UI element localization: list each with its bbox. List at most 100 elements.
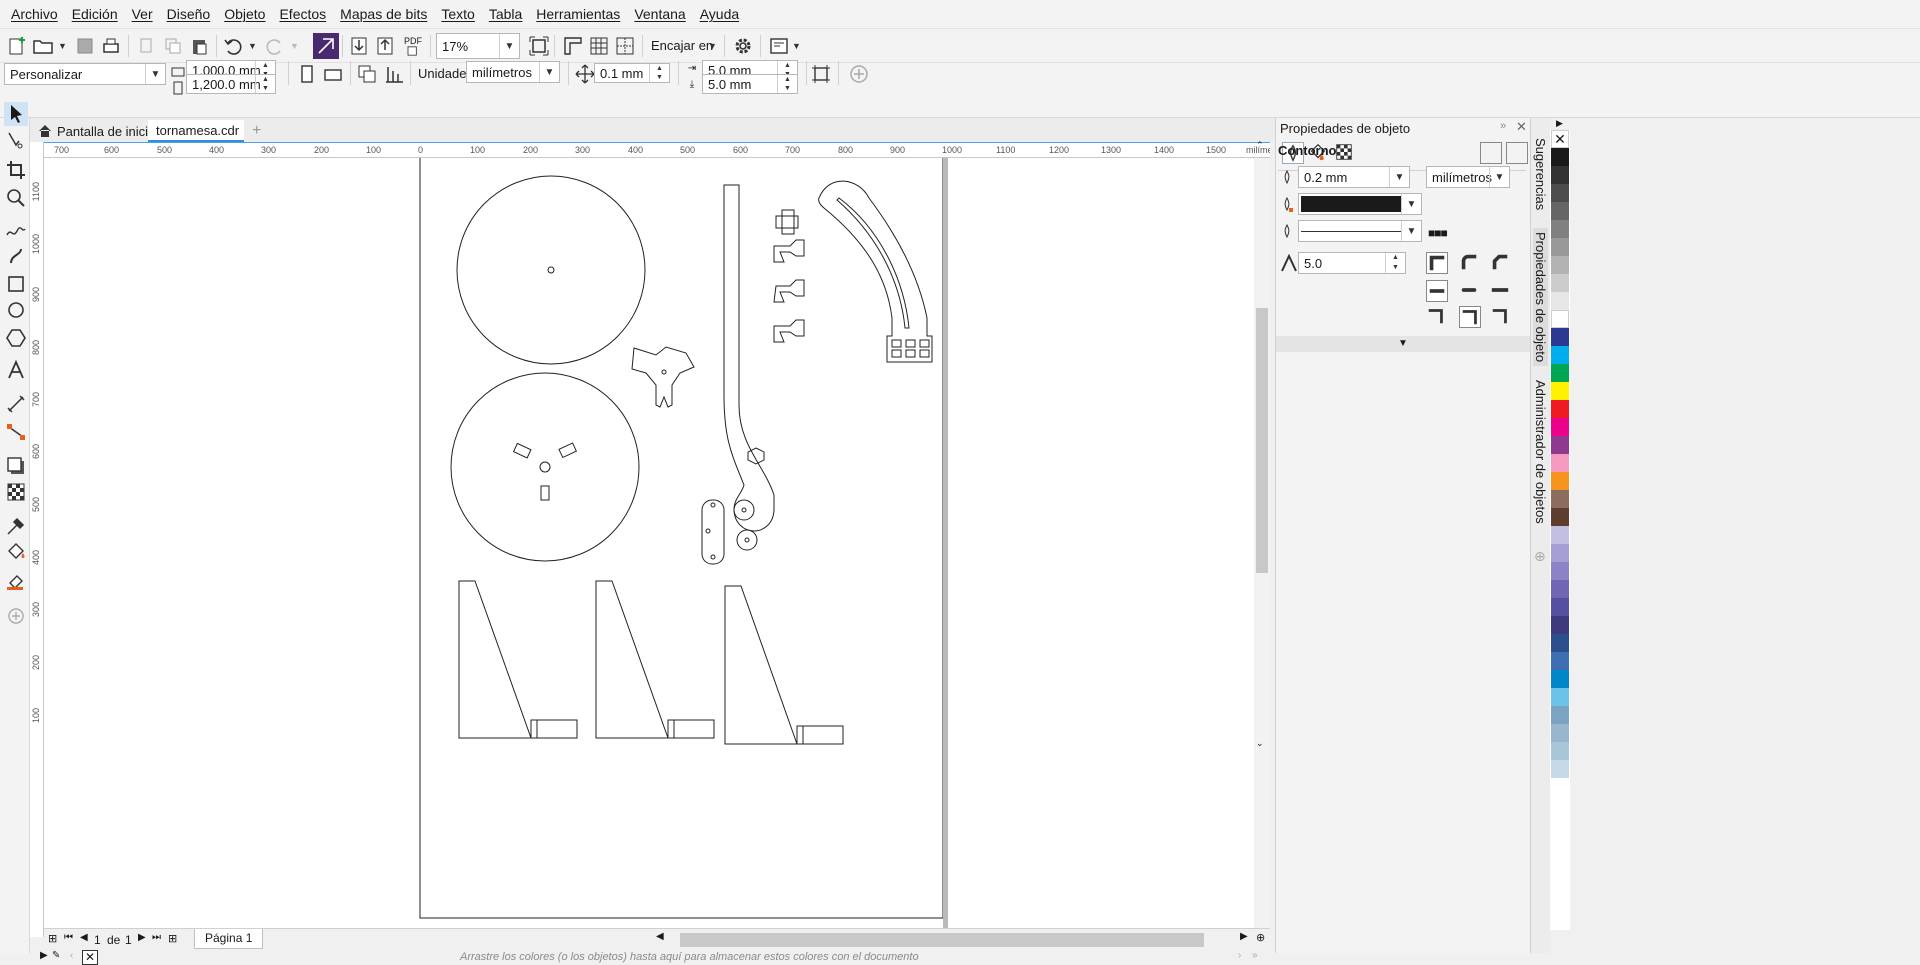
docker-layout-icon[interactable] <box>1480 142 1502 164</box>
palette-swatch[interactable] <box>1551 562 1569 580</box>
palette-menu-icon[interactable]: ▶ <box>40 950 48 961</box>
palette-swatch[interactable] <box>1551 220 1569 238</box>
corner-bevel-icon[interactable] <box>1490 252 1512 274</box>
freehand-tool-icon[interactable] <box>4 218 28 242</box>
palette-swatch[interactable] <box>1551 508 1569 526</box>
menu-item-8[interactable]: Tabla <box>482 0 529 28</box>
corner-round-icon[interactable] <box>1459 252 1481 274</box>
prev-page-icon[interactable]: ◀ <box>80 932 88 943</box>
menu-item-7[interactable]: Texto <box>434 0 481 28</box>
palette-swatch[interactable] <box>1551 652 1569 670</box>
page-preset-combo[interactable]: Personalizar ▼ <box>4 63 166 85</box>
palette-swatch[interactable] <box>1551 454 1569 472</box>
copy-icon[interactable] <box>160 33 186 59</box>
palette-swatch[interactable] <box>1551 400 1569 418</box>
zoom-level-combo[interactable]: 17% ▼ <box>436 33 520 59</box>
dimension-tool-icon[interactable] <box>4 392 28 416</box>
palette-swatch[interactable] <box>1551 148 1569 166</box>
palette-swatch[interactable] <box>1551 670 1569 688</box>
open-folder-icon[interactable] <box>30 33 56 59</box>
docker-close-icon[interactable]: ✕ <box>1516 119 1527 135</box>
no-fill-swatch[interactable]: ✕ <box>1551 130 1569 148</box>
palette-swatch[interactable] <box>1551 580 1569 598</box>
save-icon[interactable] <box>72 33 98 59</box>
palette-swatch[interactable] <box>1551 256 1569 274</box>
tab-object-properties[interactable]: Propiedades de objeto <box>1533 228 1548 367</box>
snap-to-label[interactable]: Encajar en <box>651 38 713 53</box>
palette-swatch[interactable] <box>1551 364 1569 382</box>
treat-as-filled-icon[interactable] <box>808 61 834 87</box>
palette-swatch[interactable] <box>1551 274 1569 292</box>
palette-swatch[interactable] <box>1551 472 1569 490</box>
palette-swatch[interactable] <box>1551 382 1569 400</box>
palette-swatch[interactable] <box>1551 706 1569 724</box>
launch-dropdown-icon[interactable]: ▼ <box>792 41 801 51</box>
vertical-ruler[interactable]: 1100 1000 900 800 700 600 500 400 300 200 100 <box>30 142 44 937</box>
palette-swatch[interactable] <box>1551 544 1569 562</box>
horizontal-scroll-thumb[interactable] <box>680 933 1204 947</box>
palette-swatch[interactable] <box>1551 238 1569 256</box>
redo-dropdown-icon[interactable]: ▼ <box>290 41 299 51</box>
palette-swatch[interactable] <box>1551 742 1569 760</box>
add-tool-icon[interactable] <box>4 604 28 628</box>
import-icon[interactable] <box>346 33 372 59</box>
ellipse-tool-icon[interactable] <box>4 298 28 322</box>
scroll-left-icon[interactable]: ◀ <box>656 931 674 949</box>
tab-object-manager[interactable]: Administrador de objetos <box>1533 380 1548 524</box>
options-gear-icon[interactable] <box>730 33 756 59</box>
palette-swatch[interactable] <box>1551 760 1569 778</box>
menu-item-4[interactable]: Objeto <box>217 0 272 28</box>
docker-options-icon[interactable] <box>1506 142 1528 164</box>
outline-style-combo[interactable]: ▼ <box>1298 220 1422 242</box>
position-outside-icon[interactable] <box>1426 306 1448 328</box>
menu-item-11[interactable]: Ayuda <box>693 0 746 28</box>
palette-swatch[interactable] <box>1551 616 1569 634</box>
duplicate-y-field[interactable]: 5.0 mm ▲ ▼ <box>702 74 798 94</box>
pick-tool-icon[interactable] <box>4 102 28 126</box>
menu-item-3[interactable]: Diseño <box>160 0 218 28</box>
palette-swatch[interactable] <box>1551 418 1569 436</box>
palette-scroll-left-icon[interactable]: ‹ <box>70 950 73 961</box>
units-combo[interactable]: milímetros ▼ <box>466 61 560 83</box>
position-inside-icon[interactable] <box>1490 306 1512 328</box>
palette-menu-arrow-icon[interactable]: ▶ <box>1556 118 1563 129</box>
connector-tool-icon[interactable] <box>4 420 28 444</box>
palette-swatch[interactable] <box>1551 634 1569 652</box>
undo-icon[interactable] <box>220 33 246 59</box>
palette-swatch[interactable] <box>1551 598 1569 616</box>
smart-fill-icon[interactable] <box>4 568 28 592</box>
position-center-icon[interactable] <box>1459 306 1481 328</box>
docker-more-icon[interactable]: ▼ <box>1276 336 1530 352</box>
outline-color-combo[interactable]: ▼ <box>1298 193 1422 215</box>
drop-shadow-tool-icon[interactable] <box>4 454 28 478</box>
open-dropdown-icon[interactable]: ▼ <box>58 41 67 51</box>
cap-round-icon[interactable] <box>1459 280 1481 302</box>
no-color-swatch[interactable]: ✕ <box>82 950 98 965</box>
last-page-icon[interactable]: ⏭ <box>152 932 161 943</box>
menu-item-1[interactable]: Edición <box>65 0 125 28</box>
show-rulers-icon[interactable] <box>560 33 586 59</box>
menu-item-0[interactable]: Archivo <box>4 0 65 28</box>
tab-document[interactable]: tornamesa.cdr <box>148 120 244 142</box>
undo-dropdown-icon[interactable]: ▼ <box>248 41 257 51</box>
landscape-icon[interactable] <box>320 61 346 87</box>
next-page-icon[interactable]: ▶ <box>138 932 146 943</box>
drawing-canvas[interactable] <box>44 158 1254 928</box>
palette-swatch[interactable] <box>1551 292 1569 310</box>
palette-swatch[interactable] <box>1551 526 1569 544</box>
current-page-icon[interactable] <box>382 61 408 87</box>
vertical-scroll-thumb[interactable] <box>1256 308 1268 573</box>
portrait-icon[interactable] <box>294 61 320 87</box>
nudge-distance-field[interactable]: 0.1 mm ▲ ▼ <box>594 63 670 83</box>
palette-swatch[interactable] <box>1551 436 1569 454</box>
text-tool-icon[interactable] <box>4 358 28 382</box>
cap-butt-icon[interactable] <box>1426 280 1448 302</box>
add-docker-icon[interactable]: ⊕ <box>1534 548 1546 565</box>
scroll-down-icon[interactable]: ⌄ <box>1256 738 1264 749</box>
publish-pdf-icon[interactable]: PDF <box>400 33 426 59</box>
horizontal-ruler[interactable]: 700 600 500 400 300 200 100 0 100 200 300 400 500 600… <box>44 142 1270 158</box>
palette-swatch[interactable] <box>1551 328 1569 346</box>
snap-dropdown-icon[interactable]: ▼ <box>708 41 717 51</box>
add-toolbar-item-icon[interactable] <box>846 61 872 87</box>
export-icon[interactable] <box>372 33 398 59</box>
